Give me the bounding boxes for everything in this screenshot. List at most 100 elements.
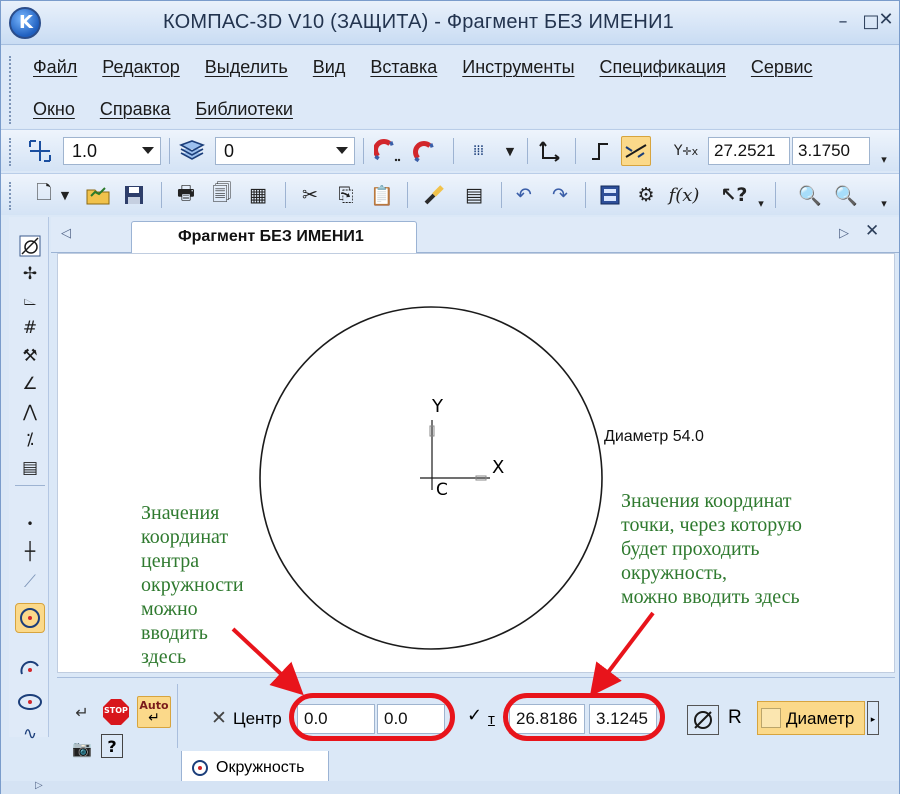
local-cs-icon[interactable] xyxy=(535,136,565,166)
radius-mode-button[interactable]: R xyxy=(728,707,742,729)
measure-icon[interactable]: ∠ xyxy=(15,371,45,397)
point-icon[interactable]: • xyxy=(15,511,45,537)
associative-views-icon[interactable]: ⁒ xyxy=(15,427,45,453)
auxiliary-line-icon[interactable]: ┼ xyxy=(15,539,45,565)
circle-tab-icon xyxy=(190,758,210,783)
layers-icon[interactable] xyxy=(177,136,207,166)
spline-icon[interactable]: ∿ xyxy=(15,721,45,747)
checkmark-icon[interactable]: ✓ xyxy=(467,705,482,726)
auto-create-button[interactable]: Auto ↵ xyxy=(137,696,171,728)
grid-icon[interactable]: ⁞⁞⁞ xyxy=(463,136,493,166)
library-manager-icon[interactable]: ⚙ xyxy=(631,180,661,210)
help-icon[interactable]: ? xyxy=(101,734,123,758)
menu-tools[interactable]: Инструменты xyxy=(462,57,574,78)
paste-icon[interactable]: 📋 xyxy=(367,180,397,210)
layer-select[interactable]: 0 xyxy=(215,137,355,165)
diameter-checkbox[interactable] xyxy=(761,708,781,728)
print-preview-icon[interactable]: 🗐 xyxy=(207,180,237,210)
center-cross-icon[interactable]: ✕ xyxy=(211,707,227,729)
undo-icon[interactable]: ↶ xyxy=(509,180,539,210)
editing-icon[interactable]: # xyxy=(15,315,45,341)
magnet-local-snap-icon[interactable] xyxy=(411,136,441,166)
ellipse-icon[interactable] xyxy=(15,689,45,715)
diameter-toggle[interactable]: Диаметр xyxy=(757,701,865,735)
cursor-step-select[interactable]: 1.0 xyxy=(63,137,161,165)
toolbar-separator xyxy=(501,182,502,208)
tabs-scroll-left-icon[interactable]: ◁ xyxy=(61,225,71,241)
menubar-grip[interactable] xyxy=(9,56,13,124)
toolbar-grip[interactable] xyxy=(9,138,13,166)
grid-dropdown-arrow-icon[interactable]: ▼ xyxy=(495,136,525,166)
toolbar-overflow-icon[interactable]: ▾ xyxy=(753,188,769,218)
dimensions-icon[interactable]: ✢ xyxy=(15,261,45,287)
cursor-y-field[interactable]: 3.1750 xyxy=(792,137,870,165)
axis-y-label: Y xyxy=(432,396,443,417)
menu-insert[interactable]: Вставка xyxy=(370,57,437,78)
magnet-snap-icon[interactable] xyxy=(373,136,403,166)
cursor-x-field[interactable]: 27.2521 xyxy=(708,137,790,165)
menu-window[interactable]: Окно xyxy=(33,99,75,120)
open-folder-icon[interactable] xyxy=(83,180,113,210)
menu-specification[interactable]: Спецификация xyxy=(600,57,726,78)
status-scroll-icon[interactable]: ▷ xyxy=(35,780,43,791)
create-object-icon[interactable]: ↵ xyxy=(67,698,97,726)
tabs-scroll-right-icon[interactable]: ▷ xyxy=(839,225,849,241)
menu-file[interactable]: Файл xyxy=(33,57,77,78)
spec-icon[interactable]: ▤ xyxy=(15,455,45,481)
cursor-step-value: 1.0 xyxy=(72,141,98,161)
format-brush-icon[interactable] xyxy=(419,180,449,210)
point-highlight-oval xyxy=(503,693,665,741)
function-fx-icon[interactable]: f(x) xyxy=(669,180,700,210)
redo-icon[interactable]: ↷ xyxy=(545,180,575,210)
arc-icon[interactable] xyxy=(15,655,45,681)
kompas-logo-icon[interactable] xyxy=(9,7,41,39)
step-cursor-icon[interactable] xyxy=(25,136,55,166)
menu-select[interactable]: Выделить xyxy=(205,57,288,78)
toolbar-separator xyxy=(575,138,576,164)
variables-table-icon[interactable]: ▤ xyxy=(459,180,489,210)
annotation-left: Значения координат центра окружности мож… xyxy=(141,502,244,668)
save-disk-icon[interactable] xyxy=(119,180,149,210)
menu-editor[interactable]: Редактор xyxy=(102,57,179,78)
circle-tool-icon[interactable] xyxy=(15,603,45,633)
help-pointer-icon[interactable]: ↖? xyxy=(719,180,749,210)
menu-view[interactable]: Вид xyxy=(313,57,346,78)
diameter-mode-icon[interactable] xyxy=(687,705,719,735)
menu-bar: Файл Редактор Выделить Вид Вставка Инстр… xyxy=(1,46,899,128)
menu-libraries[interactable]: Библиотеки xyxy=(195,99,293,120)
new-dropdown-arrow-icon[interactable]: ▼ xyxy=(57,180,73,210)
toolbar-overflow-icon[interactable]: ▾ xyxy=(875,188,893,218)
zoom-window-icon[interactable]: 🔍 xyxy=(795,180,825,210)
toolbar-grip[interactable] xyxy=(9,182,13,210)
menu-help[interactable]: Справка xyxy=(100,99,171,120)
properties-grid-icon[interactable]: ▦ xyxy=(243,180,273,210)
manager-icon[interactable] xyxy=(595,180,625,210)
new-file-icon[interactable]: 🗋 xyxy=(29,180,59,210)
tab-circle[interactable]: Окружность xyxy=(181,751,329,785)
minimize-button[interactable]: – xyxy=(831,11,855,33)
tab-fragment[interactable]: Фрагмент БЕЗ ИМЕНИ1 xyxy=(131,221,417,253)
segment-icon[interactable]: ⟋ xyxy=(15,569,45,595)
cut-scissors-icon[interactable]: ✂ xyxy=(295,180,325,210)
panel-scroll-right-icon[interactable]: ▸ xyxy=(867,701,879,735)
parametric-mode-icon[interactable] xyxy=(621,136,651,166)
ortho-mode-icon[interactable] xyxy=(585,136,615,166)
diameter-dimension-label[interactable]: Диаметр 54.0 xyxy=(604,428,704,446)
point-label: т xyxy=(488,711,495,728)
zoom-in-icon[interactable]: 🔍 xyxy=(831,180,861,210)
stop-button[interactable]: STOP xyxy=(101,698,131,726)
window-title: КОМПАС-3D V10 (ЗАЩИТА) - Фрагмент БЕЗ ИМ… xyxy=(163,11,674,33)
toolbar-overflow-icon[interactable]: ▾ xyxy=(875,144,893,174)
snapshot-camera-icon[interactable]: 📷 xyxy=(67,734,97,762)
close-tab-icon[interactable]: ✕ xyxy=(865,221,879,241)
axis-x-label: X xyxy=(492,457,505,478)
copy-icon[interactable]: ⎘ xyxy=(331,180,361,210)
selection-icon[interactable]: ⋀ xyxy=(15,399,45,425)
parametrization-icon[interactable]: ⚒ xyxy=(15,343,45,369)
geometry-icon[interactable] xyxy=(15,233,45,259)
close-button[interactable]: ✕ xyxy=(874,9,898,31)
center-highlight-oval xyxy=(289,693,455,741)
print-icon[interactable]: 🖶 xyxy=(171,180,201,210)
menu-service[interactable]: Сервис xyxy=(751,57,813,78)
designations-icon[interactable]: ⌳ xyxy=(15,287,45,313)
